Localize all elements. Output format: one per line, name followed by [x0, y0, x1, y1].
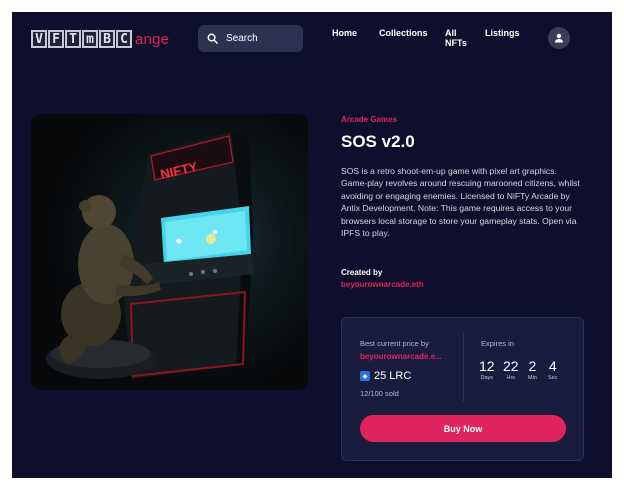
countdown-unit: Sec	[548, 375, 558, 381]
item-description: SOS is a retro shoot-em-up game with pix…	[341, 166, 580, 239]
arcade-cabinet-image: NIFTY	[31, 114, 308, 390]
search-bar[interactable]	[198, 25, 303, 52]
purchase-card: Best current price by beyourownarcade.e.…	[341, 317, 584, 461]
item-title: SOS v2.0	[341, 132, 415, 151]
price-value: 25 LRC	[374, 370, 412, 382]
nft-artwork[interactable]: NIFTY	[31, 114, 308, 390]
logo-mark: V F T m B C	[31, 30, 133, 48]
expires-label: Expires in	[481, 339, 514, 348]
logo-letter: B	[99, 30, 115, 48]
countdown-value: 2	[528, 358, 537, 374]
countdown-days: 12 Days	[479, 358, 495, 381]
countdown-unit: Min	[528, 375, 537, 381]
lrc-icon: ◆	[360, 371, 370, 381]
account-button[interactable]	[548, 27, 570, 49]
logo-letter: m	[82, 30, 98, 48]
nav-home[interactable]: Home	[332, 28, 357, 38]
logo-letter: V	[31, 30, 47, 48]
countdown-seconds: 4 Sec	[548, 358, 557, 381]
countdown-hours: 22 Hrs	[503, 358, 519, 381]
page: V F T m B C ange Home Collections All NF…	[12, 12, 612, 478]
sold-count: 12/100 sold	[360, 389, 399, 398]
countdown-value: 12	[479, 358, 495, 374]
countdown-unit: Hrs	[506, 375, 516, 381]
nav-all-nfts[interactable]: All NFTs	[445, 28, 469, 48]
logo-text: ange	[135, 30, 170, 48]
countdown-unit: Days	[480, 375, 494, 381]
item-category[interactable]: Arcade Games	[341, 115, 397, 124]
countdown-value: 22	[503, 358, 519, 374]
countdown-minutes: 2 Min	[528, 358, 537, 381]
countdown-value: 4	[548, 358, 557, 374]
user-icon	[555, 33, 563, 43]
logo-letter: C	[116, 30, 132, 48]
created-by-label: Created by	[341, 268, 383, 277]
creator-link[interactable]: beyourownarcade.eth	[341, 280, 424, 289]
card-divider	[463, 332, 464, 402]
nav-collections[interactable]: Collections	[379, 28, 428, 38]
logo-letter: F	[48, 30, 64, 48]
price-row: ◆ 25 LRC	[360, 370, 411, 382]
search-input[interactable]	[226, 33, 296, 44]
nav-listings[interactable]: Listings	[485, 28, 520, 38]
buy-now-button[interactable]: Buy Now	[360, 415, 566, 442]
search-icon	[207, 33, 218, 44]
site-logo[interactable]: V F T m B C ange	[31, 29, 169, 49]
best-price-label: Best current price by	[360, 339, 429, 348]
owner-link[interactable]: beyourownarcade.e...	[360, 352, 442, 361]
logo-letter: T	[65, 30, 81, 48]
